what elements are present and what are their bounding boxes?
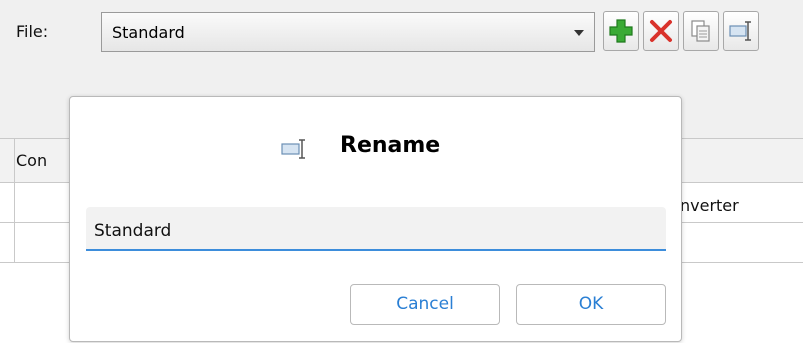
copy-button[interactable] [683,11,719,51]
delete-button[interactable] [643,11,679,51]
ok-button[interactable]: OK [516,284,666,325]
add-icon [609,19,633,43]
copy-icon [691,20,710,42]
rename-input[interactable] [86,207,666,251]
add-button[interactable] [603,11,639,51]
table-cell: nverter [680,196,739,215]
rename-icon [729,21,751,41]
file-label: File: [16,22,49,41]
rename-button[interactable] [723,11,759,51]
file-dropdown[interactable]: Standard [101,12,595,52]
file-dropdown-value: Standard [112,23,185,42]
dialog-title: Rename [340,133,441,158]
chevron-down-icon [574,30,584,36]
grid-divider [14,138,15,263]
rename-icon [281,139,305,159]
cancel-button[interactable]: Cancel [350,284,500,325]
grid-column-header[interactable]: Con [16,151,47,170]
delete-icon [650,20,672,42]
rename-dialog: Rename Cancel OK [69,96,682,342]
